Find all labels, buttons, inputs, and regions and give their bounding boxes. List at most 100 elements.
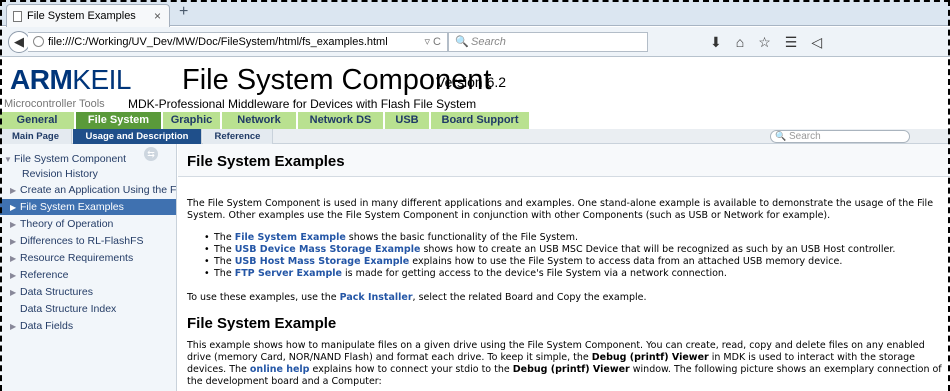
sidebar-item-label: Revision History xyxy=(22,168,98,180)
sidebar-item-revision-history[interactable]: Revision History xyxy=(22,166,176,182)
sidebar-item-label: File System Examples xyxy=(20,201,124,213)
bullet-text: is made for getting access to the device… xyxy=(345,268,727,279)
bullet-text: shows the basic functionality of the Fil… xyxy=(348,232,579,243)
bullet-text: explains how to use the File System to a… xyxy=(412,256,843,267)
bullet-lead: The xyxy=(214,268,232,279)
debug-viewer-term: Debug (printf) Viewer xyxy=(591,352,709,363)
sidebar-item-create-application[interactable]: ▶ Create an Application Using the File xyxy=(10,182,177,198)
doc-banner: ARMKEIL File System Component Version 6.… xyxy=(0,57,950,113)
search-icon: 🔍 xyxy=(455,36,469,48)
chevron-right-icon: ▶ xyxy=(10,254,17,263)
sync-toc-icon[interactable]: ⇆ xyxy=(144,147,158,161)
list-item: • The USB Device Mass Storage Example sho… xyxy=(204,244,896,255)
chevron-right-icon: ▶ xyxy=(10,220,17,229)
sidebar-item-label: Theory of Operation xyxy=(20,218,114,230)
browser-tab[interactable]: File System Examples × xyxy=(6,4,170,27)
logo-keil: KEIL xyxy=(72,64,131,95)
chevron-right-icon: ▶ xyxy=(10,186,17,195)
banner-subtitle: MDK-Professional Middleware for Devices … xyxy=(128,97,477,111)
sidebar-item-resource-requirements[interactable]: ▶ Resource Requirements xyxy=(10,250,176,266)
tab-network-ds[interactable]: Network DS xyxy=(298,112,384,129)
bookmark-star-icon[interactable]: ☆ xyxy=(758,34,785,50)
ftp-server-example-link[interactable]: FTP Server Example xyxy=(235,268,342,279)
bullet-lead: The xyxy=(214,244,232,255)
sidebar-item-label: Resource Requirements xyxy=(20,252,134,264)
logo-tagline: Microcontroller Tools xyxy=(4,98,105,110)
sidebar-item-data-structures[interactable]: ▶ Data Structures xyxy=(10,284,176,300)
sidebar-nav: ▼ File System Component ⇆ Revision Histor… xyxy=(0,144,177,391)
usb-host-msc-example-link[interactable]: USB Host Mass Storage Example xyxy=(235,256,410,267)
sidebar-item-differences[interactable]: ▶ Differences to RL-FlashFS xyxy=(10,233,176,249)
arm-keil-logo: ARMKEIL xyxy=(10,64,131,96)
bullet-text: shows how to create an USB MSC Device th… xyxy=(423,244,896,255)
browser-tab-strip: File System Examples × + xyxy=(0,0,950,27)
main-tabs: General File System Graphic Network Netw… xyxy=(0,112,950,129)
version-label: Version 6.2 xyxy=(436,74,507,90)
reload-icon[interactable]: ▿ C xyxy=(424,35,441,48)
page-icon xyxy=(13,11,22,22)
file-system-example-link[interactable]: File System Example xyxy=(235,232,346,243)
chevron-right-icon: ▶ xyxy=(10,271,17,280)
send-icon[interactable]: ◁ xyxy=(811,34,836,50)
doc-search-placeholder: Search xyxy=(789,131,821,142)
bullet-lead: The xyxy=(214,256,232,267)
debug-viewer-term: Debug (printf) Viewer xyxy=(512,364,630,375)
sidebar-item-label: File System Component xyxy=(14,153,127,165)
logo-arm: ARM xyxy=(10,64,73,95)
sub-tabs: Main Page Usage and Description Referenc… xyxy=(0,129,950,144)
url-bar[interactable]: file:///C:/Working/UV_Dev/MW/Doc/FileSys… xyxy=(28,32,448,52)
tab-title: File System Examples xyxy=(27,10,136,22)
examples-list: • The File System Example shows the basic… xyxy=(204,232,896,280)
sidebar-item-reference[interactable]: ▶ Reference xyxy=(10,267,176,283)
chevron-right-icon: ▶ xyxy=(10,237,17,246)
toolbar-icons: ⬇⌂☆☰◁ xyxy=(710,34,836,51)
usb-device-msc-example-link[interactable]: USB Device Mass Storage Example xyxy=(235,244,421,255)
doc-search-input[interactable]: 🔍 Search xyxy=(770,130,910,143)
sidebar-item-data-structure-index[interactable]: Data Structure Index xyxy=(20,301,176,317)
pack-installer-link[interactable]: Pack Installer xyxy=(340,292,413,303)
chevron-right-icon: ▶ xyxy=(10,288,17,297)
list-item: • The USB Host Mass Storage Example expla… xyxy=(204,256,843,267)
pack-post-text: , select the related Board and Copy the … xyxy=(412,292,647,303)
close-icon[interactable]: × xyxy=(154,9,161,23)
tab-graphic[interactable]: Graphic xyxy=(163,112,221,129)
tab-board-support[interactable]: Board Support xyxy=(431,112,530,129)
sidebar-item-label: Reference xyxy=(20,269,69,281)
content-heading: File System Examples xyxy=(187,153,345,170)
online-help-link[interactable]: online help xyxy=(250,364,310,375)
browser-search-input[interactable]: 🔍 Search xyxy=(448,32,648,52)
sidebar-item-theory-of-operation[interactable]: ▶ Theory of Operation xyxy=(10,216,176,232)
tab-general[interactable]: General xyxy=(0,112,75,129)
tab-main-page[interactable]: Main Page xyxy=(0,129,72,144)
tab-usb[interactable]: USB xyxy=(385,112,430,129)
tab-reference[interactable]: Reference xyxy=(203,129,273,144)
chevron-right-icon: ▶ xyxy=(10,322,17,331)
tab-network[interactable]: Network xyxy=(222,112,297,129)
chevron-down-icon: ▼ xyxy=(4,155,12,164)
reading-list-icon[interactable]: ☰ xyxy=(785,34,812,50)
search-icon: 🔍 xyxy=(775,131,787,141)
pack-pre-text: To use these examples, use the xyxy=(187,292,337,303)
section-heading: File System Example xyxy=(187,315,337,332)
download-icon[interactable]: ⬇ xyxy=(710,34,736,50)
sidebar-item-label: Data Structure Index xyxy=(20,303,117,315)
new-tab-button[interactable]: + xyxy=(179,3,188,21)
p2-text: explains how to connect your stdio to th… xyxy=(312,364,510,375)
doc-content: File System Examples The File System Com… xyxy=(178,144,950,391)
tab-usage-and-description[interactable]: Usage and Description xyxy=(73,129,202,144)
tab-file-system[interactable]: File System xyxy=(76,112,162,129)
content-header: File System Examples xyxy=(178,144,950,177)
list-item: • The File System Example shows the basic… xyxy=(204,232,579,243)
sidebar-item-label: Create an Application Using the File xyxy=(20,184,177,196)
bullet-lead: The xyxy=(214,232,232,243)
sidebar-item-data-fields[interactable]: ▶ Data Fields xyxy=(10,318,176,334)
home-icon[interactable]: ⌂ xyxy=(736,34,758,50)
pack-installer-paragraph: To use these examples, use the Pack Inst… xyxy=(187,292,949,304)
example-paragraph: This example shows how to manipulate fil… xyxy=(187,340,949,388)
sidebar-item-label: Data Fields xyxy=(20,320,74,332)
search-placeholder: Search xyxy=(471,36,506,48)
sidebar-item-label: Differences to RL-FlashFS xyxy=(20,235,144,247)
url-text: file:///C:/Working/UV_Dev/MW/Doc/FileSys… xyxy=(48,36,388,48)
sidebar-item-file-system-examples[interactable]: ▶ File System Examples xyxy=(0,199,176,215)
back-arrow-icon[interactable]: ◀ xyxy=(8,31,30,53)
